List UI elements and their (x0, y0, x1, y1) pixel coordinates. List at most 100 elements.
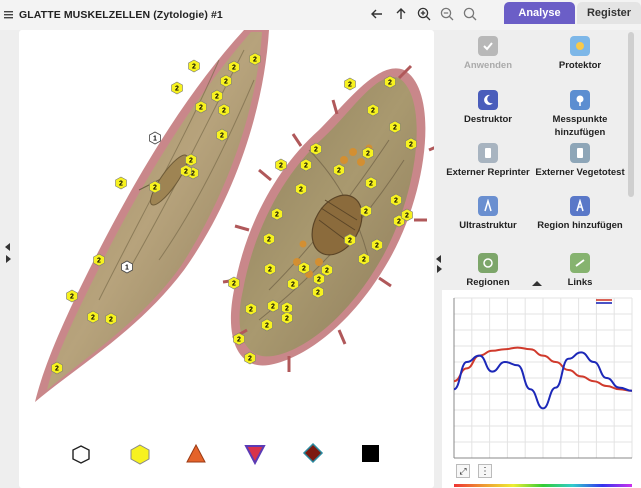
marker-label: 2 (317, 277, 321, 284)
black-square-shape (362, 445, 379, 462)
spectrum-bar (454, 484, 632, 487)
marker-label: 2 (314, 147, 318, 154)
left-spindle-cell (35, 30, 269, 402)
marker-label: 2 (375, 243, 379, 250)
marker-label: 2 (224, 79, 228, 86)
marker-label: 2 (249, 307, 253, 314)
tab-analyse[interactable]: Analyse (504, 2, 575, 24)
marker-label: 2 (325, 268, 329, 275)
chart-menu-icon[interactable]: ⋮ (478, 464, 492, 478)
marker-label: 2 (299, 187, 303, 194)
marker-label: 2 (369, 181, 373, 188)
marker-label: 2 (371, 108, 375, 115)
ultrastructure-icon (478, 196, 498, 216)
marker-label: 2 (304, 163, 308, 170)
search-icon[interactable] (461, 5, 479, 23)
marker-label: 2 (285, 316, 289, 323)
marker-label: 2 (55, 366, 59, 373)
marker-label: 2 (192, 64, 196, 71)
anwenden-button[interactable]: Anwenden (442, 36, 534, 72)
add-region-icon (570, 196, 590, 216)
chart-reset-icon[interactable]: ⤢ (456, 464, 470, 478)
hamburger-icon[interactable] (4, 10, 13, 19)
marker-label: 1 (153, 136, 157, 143)
tools-scrollbar[interactable] (628, 32, 634, 197)
marker-label: 2 (109, 317, 113, 324)
collapse-left-icon[interactable] (4, 243, 12, 251)
marker-label: 2 (222, 108, 226, 115)
tab-register[interactable]: Register (577, 2, 641, 24)
marker-label: 2 (393, 125, 397, 132)
yellow-hexagon-shape (130, 444, 150, 465)
marker-label: 2 (394, 198, 398, 205)
marker-label: 2 (175, 86, 179, 93)
marker-label: 2 (253, 57, 257, 64)
image-viewer[interactable]: 2 2 2 2 2 2 2 2 2 2 2 2 2 2 2 2 2 2 2 2 2 2 2 2 2 2 2 2 2 2 2 2 2 2 2 2 2 2 2 2… (19, 30, 444, 488)
marker-label: 2 (70, 294, 74, 301)
marker-label: 2 (97, 258, 101, 265)
app-window: GLATTE MUSKELZELLEN (Zytologie) #1 Analy… (0, 0, 641, 488)
marker-label: 2 (267, 237, 271, 244)
marker-label: 2 (215, 94, 219, 101)
marker-label: 2 (275, 212, 279, 219)
marker-label: 2 (348, 238, 352, 245)
marker-label: 2 (119, 181, 123, 188)
destruktor-button[interactable]: Destruktor (442, 90, 534, 126)
expand-right-icon[interactable] (4, 255, 12, 263)
marker-label: 2 (268, 267, 272, 274)
page-title: GLATTE MUSKELZELLEN (Zytologie) #1 (19, 9, 223, 21)
marker-label: 2 (232, 65, 236, 72)
signal-chart (453, 297, 633, 487)
purple-inverted-triangle-shape (244, 445, 266, 466)
links-icon (570, 253, 590, 273)
vegetotest-icon (570, 143, 590, 163)
reprinter-icon (478, 143, 498, 163)
marker-label: 2 (199, 105, 203, 112)
ultrastruktur-button[interactable]: Ultrastruktur (442, 196, 534, 232)
marker-label: 2 (409, 142, 413, 149)
check-icon (478, 36, 498, 56)
marker-label: 2 (279, 163, 283, 170)
muscle-cell-illustration: 2 2 2 2 2 2 2 2 2 2 2 2 2 2 2 2 2 2 2 2 2 2 2 2 2 2 2 2 2 2 2 2 2 2 2 2 2 2 2 2… (35, 30, 444, 402)
marker-label: 2 (291, 282, 295, 289)
marker-label: 2 (237, 337, 241, 344)
marker-label: 2 (302, 266, 306, 273)
scroll-up-icon[interactable] (532, 280, 542, 286)
marker-label: 2 (366, 151, 370, 158)
orange-triangle-shape (186, 443, 206, 463)
marker-label: 2 (184, 169, 188, 176)
tools-panel: Anwenden Protektor Destruktor Messpunkte… (442, 30, 627, 288)
marker-label: 2 (405, 213, 409, 220)
marker-label: 2 (248, 356, 252, 363)
marker-label: 2 (364, 209, 368, 216)
shape-legend (19, 440, 434, 488)
destructor-icon (478, 90, 498, 110)
marker-label: 2 (388, 80, 392, 87)
marker-label: 2 (220, 133, 224, 140)
protektor-button[interactable]: Protektor (534, 36, 626, 72)
marker-label: 2 (271, 304, 275, 311)
arrow-left-icon[interactable] (368, 5, 386, 23)
zoom-out-icon[interactable] (438, 5, 456, 23)
marker-label: 2 (153, 185, 157, 192)
add-measure-point-icon (570, 90, 590, 110)
dark-red-diamond-shape (302, 442, 324, 464)
marker-label: 2 (265, 323, 269, 330)
arrow-up-icon[interactable] (392, 5, 410, 23)
white-hexagon-shape (72, 445, 90, 464)
links-button[interactable]: Links (534, 253, 626, 289)
marker-label: 2 (91, 315, 95, 322)
messpunkte-hinzufuegen-button[interactable]: Messpunkte hinzufügen (534, 90, 626, 139)
marker-label: 2 (337, 168, 341, 175)
protector-icon (570, 36, 590, 56)
marker-label: 2 (285, 306, 289, 313)
marker-label: 2 (348, 82, 352, 89)
marker-label: 1 (125, 265, 129, 272)
externer-vegetotest-button[interactable]: Externer Vegetotest (534, 143, 626, 179)
marker-label: 2 (316, 290, 320, 297)
top-bar: GLATTE MUSKELZELLEN (Zytologie) #1 Analy… (0, 0, 641, 30)
region-hinzufuegen-button[interactable]: Region hinzufügen (534, 196, 626, 232)
regionen-button[interactable]: Regionen (442, 253, 534, 289)
externer-reprinter-button[interactable]: Externer Reprinter (442, 143, 534, 179)
zoom-in-icon[interactable] (415, 5, 433, 23)
